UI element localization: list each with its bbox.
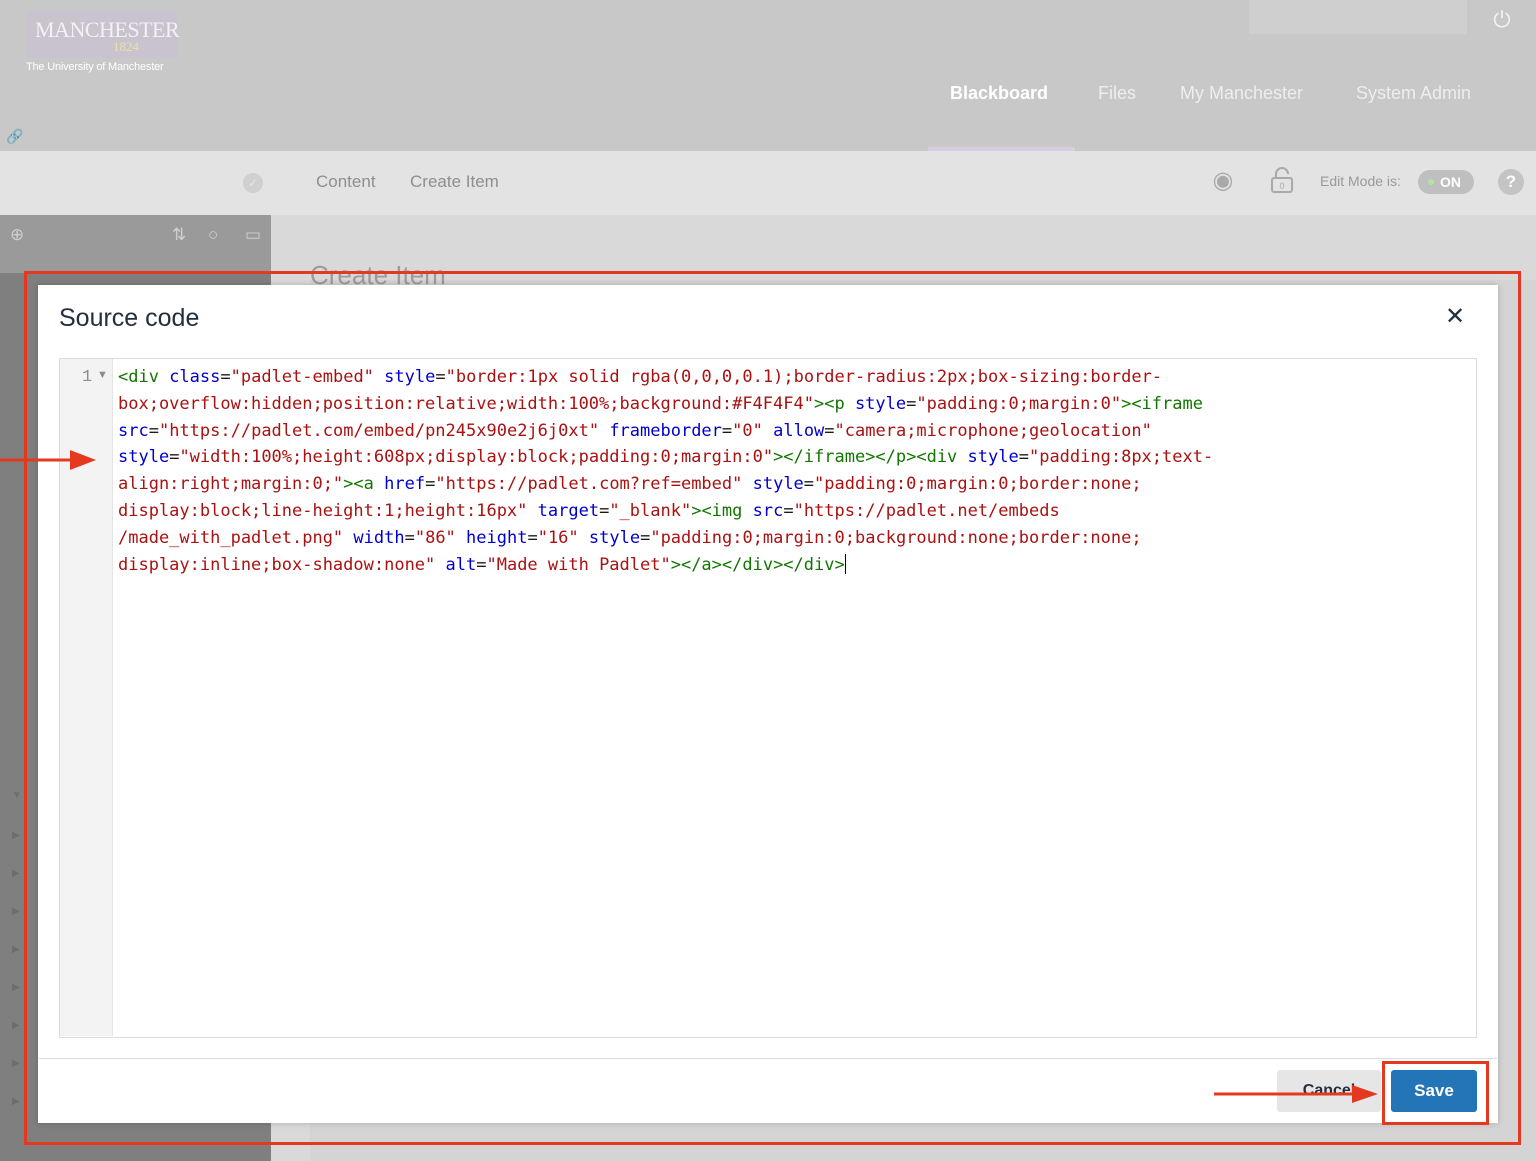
nav-my-manchester[interactable]: My Manchester — [1180, 83, 1303, 104]
chevron-right-icon[interactable]: ▶ — [12, 830, 20, 841]
check-icon[interactable]: ✓ — [243, 173, 263, 193]
logo-name: MANCHESTER — [35, 17, 180, 42]
lock-count: 0 — [1279, 181, 1284, 191]
save-button-highlight — [1382, 1061, 1489, 1125]
edit-mode-value: ON — [1440, 174, 1461, 190]
nav-files[interactable]: Files — [1098, 83, 1136, 104]
chevron-right-icon[interactable]: ▶ — [12, 868, 20, 879]
power-icon[interactable]: ⏻ — [1488, 6, 1516, 34]
add-icon[interactable]: ⊕ — [10, 225, 24, 245]
nav-blackboard[interactable]: Blackboard — [950, 83, 1048, 104]
highlight-outline — [24, 271, 1521, 1145]
edit-mode-toggle[interactable]: ON — [1418, 170, 1474, 194]
chevron-right-icon[interactable]: ▶ — [12, 906, 20, 917]
chevron-right-icon[interactable]: ▶ — [12, 982, 20, 993]
breadcrumb-create-item: Create Item — [410, 172, 499, 191]
header-search-box[interactable] — [1249, 0, 1467, 34]
nav-system-admin[interactable]: System Admin — [1356, 83, 1471, 104]
sort-icon[interactable]: ⇅ — [172, 225, 186, 245]
edit-mode-label: Edit Mode is: — [1320, 173, 1401, 189]
lock-icon[interactable]: 0 — [1270, 167, 1294, 193]
logo-year: 1824 — [113, 39, 139, 54]
university-logo[interactable]: MANCHESTER 1824 — [27, 11, 180, 58]
help-icon[interactable]: ? — [1498, 169, 1524, 195]
breadcrumb-content[interactable]: Content — [316, 172, 376, 192]
eye-icon[interactable]: ◉ — [1206, 168, 1240, 194]
chevron-right-icon[interactable]: ▶ — [12, 944, 20, 955]
toggle-status-dot — [1428, 179, 1434, 185]
chevron-right-icon[interactable]: ▶ — [12, 1096, 20, 1107]
folder-icon[interactable]: ▭ — [245, 225, 261, 245]
logo-subtitle: The University of Manchester — [26, 61, 164, 73]
arrow-icon — [0, 450, 96, 470]
chevron-down-icon[interactable]: ▼ — [12, 790, 22, 801]
arrow-icon — [1214, 1085, 1378, 1103]
course-toolbar — [0, 151, 1536, 215]
chevron-right-icon[interactable]: ▶ — [12, 1020, 20, 1031]
refresh-icon[interactable]: ○ — [208, 225, 218, 245]
chevron-right-icon[interactable]: ▶ — [12, 1058, 20, 1069]
link-icon[interactable]: 🔗 — [6, 128, 23, 145]
course-menu-toolbar — [0, 215, 271, 273]
